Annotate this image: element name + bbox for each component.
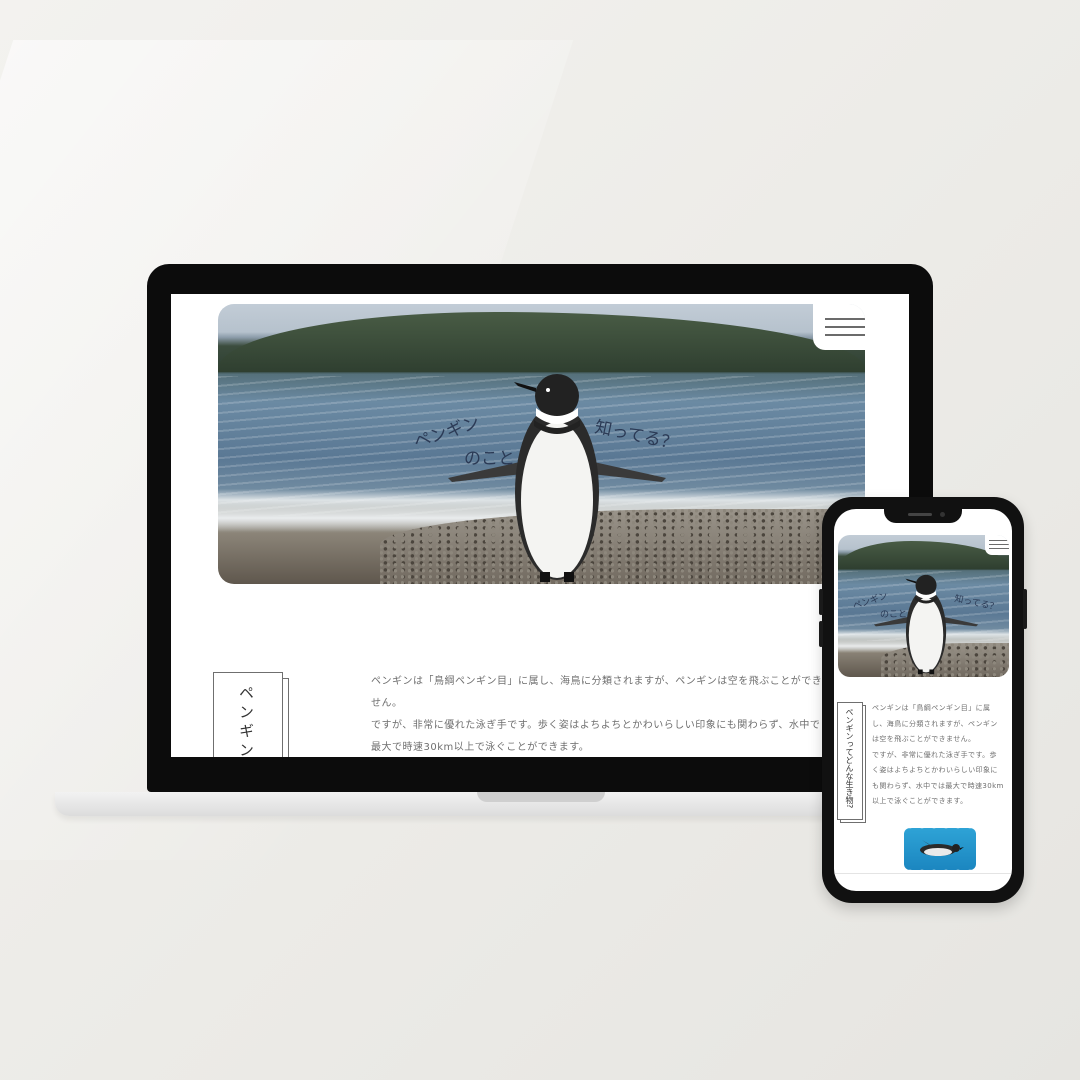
hero-image: ペンギン のこと 知ってる？ <box>218 304 865 584</box>
phone-side-button <box>819 589 823 615</box>
laptop-mockup: ペンギン のこと 知ってる？ ペンギンっ ペンギンは「鳥綱ペンギン目」に属し、海… <box>147 264 933 792</box>
hamburger-menu-icon <box>825 318 865 320</box>
hero-title-mobile: ペンギン のこと 知ってる？ <box>852 590 1000 620</box>
penguin-swimming-thumbnail[interactable] <box>904 828 976 870</box>
section-heading-box: ペンギンっ <box>213 672 283 757</box>
laptop-screen: ペンギン のこと 知ってる？ ペンギンっ ペンギンは「鳥綱ペンギン目」に属し、海… <box>171 294 909 757</box>
distant-hills <box>218 312 865 372</box>
body-line: ペンギンは「鳥綱ペンギン目」に属し、海鳥に分類されますが、ペンギンは空を飛ぶこと… <box>371 676 823 687</box>
phone-power-button <box>1023 589 1027 629</box>
laptop-base <box>55 792 915 816</box>
section-heading-box: ペンギンってどんな生き物? <box>837 702 863 820</box>
hamburger-menu-icon <box>989 540 1009 541</box>
hero-title-line3: 知ってる？ <box>953 592 999 613</box>
hero-title-line3: 知ってる？ <box>593 417 679 454</box>
phone-notch <box>884 509 962 523</box>
phone-mockup: ペンギン のこと 知ってる？ ペンギンってどんな生き物? ペンギンは「鳥綱ペンギ… <box>819 497 1027 903</box>
menu-button-mobile[interactable] <box>985 535 1009 555</box>
camera-icon <box>940 512 945 517</box>
distant-hills <box>838 541 1009 569</box>
hero-title-line2: のこと <box>880 609 907 620</box>
section-heading-mobile: ペンギンってどんな生き物? <box>845 708 854 809</box>
body-line: く姿はよちよちとかわいらしい印象に <box>872 766 998 774</box>
body-line: 以上で泳ぐことができます。 <box>872 797 968 805</box>
hero-title-line1: ペンギン <box>852 590 890 612</box>
body-line: は空を飛ぶことができません。 <box>872 735 976 743</box>
penguin-icon <box>920 840 964 856</box>
footer-divider <box>834 873 1012 874</box>
section-heading-desktop: ペンギンっ <box>237 685 255 757</box>
body-line: ペンギンは「鳥綱ペンギン目」に属 <box>872 704 991 712</box>
body-line: 最大で時速30km以上で泳ぐことができます。 <box>371 742 590 753</box>
laptop-notch <box>477 792 605 802</box>
body-line: も関わらず、水中では最大で時速30km <box>872 781 1004 790</box>
menu-button[interactable] <box>813 304 865 350</box>
section-body-mobile: ペンギンは「鳥綱ペンギン目」に属 し、海鳥に分類されますが、ペンギン は空を飛ぶ… <box>872 701 1010 810</box>
body-line: せん。 <box>371 698 403 709</box>
hero-title-line2: のこと <box>464 449 515 469</box>
hero-title: ペンギン のこと 知ってる？ <box>411 413 679 469</box>
body-line: ですが、非常に優れた泳ぎ手です。歩く姿はよちよちとかわいらしい印象にも関わらず、… <box>371 720 821 731</box>
hero-title-line1: ペンギン <box>411 413 482 453</box>
body-line: し、海鳥に分類されますが、ペンギン <box>872 719 998 728</box>
section-body-desktop: ペンギンは「鳥綱ペンギン目」に属し、海鳥に分類されますが、ペンギンは空を飛ぶこと… <box>371 671 891 757</box>
phone-screen: ペンギン のこと 知ってる？ ペンギンってどんな生き物? ペンギンは「鳥綱ペンギ… <box>834 509 1012 891</box>
body-line: ですが、非常に優れた泳ぎ手です。歩 <box>872 750 997 759</box>
speaker-icon <box>908 513 932 516</box>
phone-side-button <box>819 621 823 647</box>
hero-image-mobile: ペンギン のこと 知ってる？ <box>838 535 1009 677</box>
